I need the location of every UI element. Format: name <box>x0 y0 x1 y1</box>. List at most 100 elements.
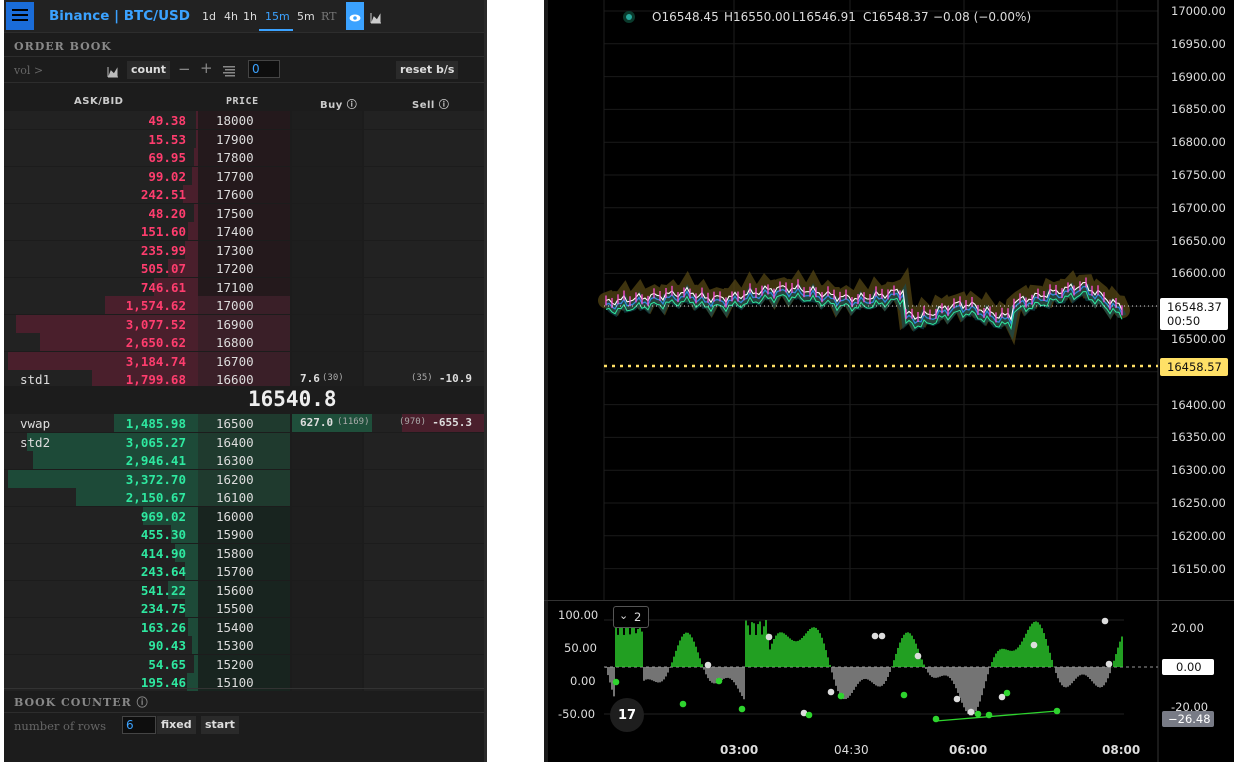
column-header-sell: Sell ⓘ <box>412 100 450 111</box>
price-axis-label: 16900.00 <box>1171 69 1226 84</box>
depth-bar <box>194 203 198 222</box>
sell-cell-bg <box>364 580 484 599</box>
buy-cell-bg <box>292 469 362 488</box>
area-chart-icon[interactable] <box>370 9 382 28</box>
ask-row[interactable]: 242.51 17600 <box>4 185 484 203</box>
depth-bar <box>188 617 198 636</box>
price-axis-label: 16500.00 <box>1171 332 1226 346</box>
osc-dot <box>679 700 687 708</box>
count-button[interactable]: count <box>127 61 170 79</box>
bid-row[interactable]: 2,946.41 16300 <box>4 451 484 469</box>
ask-amount: 3,184.74 <box>125 353 186 369</box>
timeframe-5m[interactable]: 5m <box>297 10 315 23</box>
ask-row[interactable]: 48.20 17500 <box>4 203 484 222</box>
osc-axis-100: 100.00 <box>558 608 599 622</box>
sell-cell-bg <box>364 277 484 296</box>
info-icon[interactable]: ⓘ <box>347 100 358 111</box>
bid-row[interactable]: 234.75 15500 <box>4 599 484 617</box>
last-price: 16548.37 <box>1167 300 1222 314</box>
buy-count: (30) <box>322 373 344 383</box>
ask-row[interactable]: 99.02 17700 <box>4 166 484 185</box>
visibility-toggle[interactable] <box>346 2 364 30</box>
sell-cell-bg <box>364 129 484 148</box>
buy-cell-bg <box>292 185 362 203</box>
price-axis-label: 16400.00 <box>1171 397 1226 412</box>
timeframe-1h[interactable]: 1h <box>243 10 257 23</box>
ask-row[interactable]: 3,077.52 16900 <box>4 314 484 333</box>
bid-row[interactable]: 54.65 15200 <box>4 654 484 673</box>
ask-row[interactable]: 49.38 18000 <box>4 111 484 129</box>
bid-row[interactable]: 969.02 16000 <box>4 506 484 525</box>
timeframe-4h[interactable]: 4h <box>224 10 238 23</box>
buy-cell-bg <box>292 222 362 240</box>
ask-amount: 235.99 <box>140 242 186 258</box>
vol-label[interactable]: vol > <box>14 64 43 77</box>
bid-row[interactable]: 3,372.70 16200 <box>4 469 484 488</box>
list-icon[interactable] <box>223 62 235 81</box>
ask-row[interactable]: 1,574.62 17000 <box>4 296 484 314</box>
buy-cell-bg <box>292 599 362 617</box>
chart-canvas[interactable] <box>544 0 1234 762</box>
pane-separator[interactable] <box>544 600 1234 601</box>
osc-axis-50: 50.00 <box>564 641 597 655</box>
area-chart-icon[interactable] <box>107 63 119 82</box>
sell-cell-bg <box>364 259 484 277</box>
price-chart[interactable]: O16548.45 H16550.00 L16546.91 C16548.37 … <box>544 0 1234 762</box>
bid-row[interactable]: 243.64 15700 <box>4 562 484 580</box>
plus-icon[interactable]: + <box>200 59 213 77</box>
bid-row[interactable]: 90.43 15300 <box>4 636 484 654</box>
fixed-button[interactable]: fixed <box>157 716 196 734</box>
bid-row[interactable]: 455.30 15900 <box>4 525 484 543</box>
ask-row[interactable]: 15.53 17900 <box>4 129 484 148</box>
bid-row[interactable]: 414.90 15800 <box>4 543 484 562</box>
sell-cell-bg <box>364 203 484 222</box>
ask-row[interactable]: 505.07 17200 <box>4 259 484 277</box>
bid-row[interactable]: std2 3,065.27 16400 <box>4 432 484 451</box>
buy-cell-bg <box>292 148 362 166</box>
buy-cell-bg <box>292 240 362 259</box>
bid-row[interactable]: 541.22 15600 <box>4 580 484 599</box>
info-icon[interactable]: ⓘ <box>439 100 450 111</box>
bid-row[interactable]: vwap 1,485.98 16500 627.0 (1169) (970) -655.3 <box>4 414 484 432</box>
indicator-collapse-button[interactable]: ⌄ 2 <box>613 606 649 628</box>
menu-button[interactable] <box>6 2 34 30</box>
reset-button[interactable]: reset b/s <box>396 61 459 79</box>
last-price-tag: 16548.37 00:50 <box>1160 298 1228 330</box>
osc-dot <box>715 677 723 685</box>
price-axis-label: 16650.00 <box>1171 233 1226 248</box>
info-icon[interactable]: ⓘ <box>137 696 149 709</box>
rows-input[interactable]: 6 <box>122 716 156 734</box>
bid-row[interactable]: 2,150.67 16100 <box>4 488 484 506</box>
ohlc-open: O16548.45 <box>652 10 719 24</box>
sell-cell-bg <box>364 111 484 129</box>
price-level: 17600 <box>216 187 254 202</box>
sell-cell-bg <box>364 432 484 451</box>
osc-dot <box>953 695 961 703</box>
osc-axis-right-20: 20.00 <box>1171 621 1204 635</box>
timeframe-rt[interactable]: RT <box>321 10 336 23</box>
count-input[interactable]: 0 <box>248 60 280 78</box>
buy-cell-bg <box>292 166 362 185</box>
ask-row[interactable]: 2,650.62 16800 <box>4 333 484 351</box>
tradingview-logo[interactable]: 17 <box>610 698 644 732</box>
timeframe-15m[interactable]: 15m <box>265 10 290 23</box>
ask-row[interactable]: 235.99 17300 <box>4 240 484 259</box>
sell-cell-bg <box>364 314 484 333</box>
column-header-buy: Buy ⓘ <box>320 100 358 111</box>
ask-row[interactable]: 151.60 17400 <box>4 222 484 240</box>
sell-cell-bg <box>364 451 484 469</box>
buy-cell-bg <box>292 654 362 673</box>
buy-count: (1169) <box>337 417 370 427</box>
timeframe-1d[interactable]: 1d <box>202 10 216 23</box>
exchange-title[interactable]: Binance | BTC/USD <box>49 8 190 24</box>
ask-row[interactable]: 3,184.74 16700 <box>4 351 484 370</box>
osc-dot <box>974 710 982 718</box>
osc-dot <box>900 691 908 699</box>
bid-row[interactable]: 163.26 15400 <box>4 617 484 636</box>
minus-icon[interactable]: − <box>178 60 191 78</box>
osc-value-tag: −26.48 <box>1162 711 1214 727</box>
start-button[interactable]: start <box>201 716 239 734</box>
ask-row[interactable]: 746.61 17100 <box>4 277 484 296</box>
price-axis-label: 16750.00 <box>1171 168 1226 182</box>
ask-row[interactable]: 69.95 17800 <box>4 148 484 166</box>
